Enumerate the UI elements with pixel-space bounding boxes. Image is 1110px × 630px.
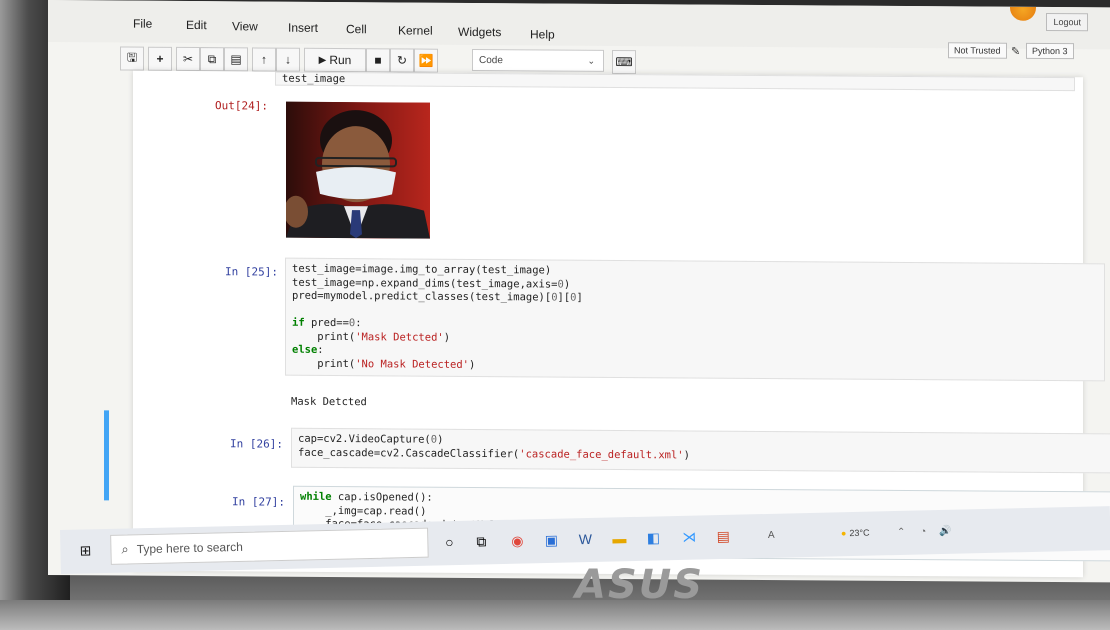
weather-widget[interactable]: ● 23°C <box>830 521 880 544</box>
in-prompt-26: In [26]: <box>230 437 283 451</box>
volume-icon[interactable]: 🔊 <box>934 520 956 542</box>
cortana-icon[interactable]: ○ <box>438 531 460 553</box>
run-label: Run <box>329 52 352 68</box>
vscode-icon[interactable]: ⋊ <box>678 525 700 547</box>
restart-icon[interactable]: ↻ <box>390 48 414 73</box>
file-explorer-icon[interactable]: ▬ <box>608 527 630 549</box>
code-cell-24-tail[interactable]: test_image <box>275 71 1075 92</box>
word-icon[interactable]: W <box>574 528 596 550</box>
desk-surface <box>0 600 1110 630</box>
menu-cell[interactable]: Cell <box>346 22 367 36</box>
network-icon[interactable]: ◔ <box>912 520 934 542</box>
keyboard-icon[interactable]: ⌨ <box>612 49 636 75</box>
menu-view[interactable]: View <box>232 19 258 33</box>
laptop-screen: File Edit View Insert Cell Kernel Widget… <box>48 0 1110 583</box>
cut-icon[interactable]: ✂ <box>176 46 200 72</box>
photos-icon[interactable]: ▣ <box>540 529 562 551</box>
person-photo <box>286 101 430 239</box>
sun-icon: ● <box>840 528 847 539</box>
in-prompt-27: In [27]: <box>232 495 285 509</box>
logout-button[interactable]: Logout <box>1046 12 1088 32</box>
in-prompt-25: In [25]: <box>225 265 278 279</box>
taskbar-search-input[interactable]: ⌕ Type here to search <box>110 527 429 565</box>
save-icon[interactable]: 🖫 <box>120 46 144 71</box>
edit-pencil-icon[interactable]: ✎ <box>1006 43 1025 60</box>
cell-type-value: Code <box>479 54 503 66</box>
paste-icon[interactable]: ▤ <box>224 47 248 72</box>
kernel-indicator[interactable]: Python 3 <box>1026 42 1074 60</box>
tray-chevron-icon[interactable]: ⌃ <box>890 521 912 543</box>
menu-help[interactable]: Help <box>530 27 555 41</box>
output-image <box>286 101 430 239</box>
play-icon: ▶ <box>318 54 327 66</box>
copy-icon[interactable]: ⧉ <box>200 47 224 72</box>
move-down-icon[interactable]: ↓ <box>276 47 300 72</box>
people-icon[interactable]: A <box>760 524 782 546</box>
app-icon[interactable]: ▤ <box>712 525 734 547</box>
store-icon[interactable]: ◧ <box>642 526 664 548</box>
fast-forward-icon[interactable]: ⏩ <box>414 48 438 73</box>
chevron-down-icon: ⌄ <box>587 55 595 66</box>
menu-widgets[interactable]: Widgets <box>458 25 501 39</box>
windows-start-icon[interactable]: ⊞ <box>74 539 96 561</box>
out-prompt-24: Out[24]: <box>215 99 268 113</box>
not-trusted-badge[interactable]: Not Trusted <box>948 42 1007 59</box>
move-up-icon[interactable]: ↑ <box>252 47 276 72</box>
active-cell-indicator <box>104 410 109 501</box>
jupyter-logo-icon <box>1010 6 1036 21</box>
cell-type-select[interactable]: Code ⌄ <box>472 48 604 72</box>
weather-temp: 23°C <box>849 527 870 539</box>
code-cell-26[interactable]: cap=cv2.VideoCapture(0) face_cascade=cv2… <box>291 427 1110 474</box>
task-view-icon[interactable]: ⧉ <box>470 530 492 552</box>
search-icon: ⌕ <box>121 541 129 557</box>
insert-cell-icon[interactable]: + <box>148 46 172 71</box>
cell-25-output: Mask Detcted <box>291 395 367 409</box>
run-button[interactable]: ▶ Run <box>304 47 366 73</box>
menu-file[interactable]: File <box>133 17 152 31</box>
menu-insert[interactable]: Insert <box>288 21 318 35</box>
notebook-container: test_image Out[24]: In [25]: test_image=… <box>133 70 1110 578</box>
stop-icon[interactable]: ■ <box>366 48 390 73</box>
clock[interactable] <box>960 518 1020 541</box>
menu-edit[interactable]: Edit <box>186 18 207 32</box>
code-cell-25[interactable]: test_image=image.img_to_array(test_image… <box>285 257 1105 382</box>
chrome-icon[interactable]: ◉ <box>506 529 528 551</box>
menu-kernel[interactable]: Kernel <box>398 23 433 37</box>
search-placeholder: Type here to search <box>136 539 243 557</box>
